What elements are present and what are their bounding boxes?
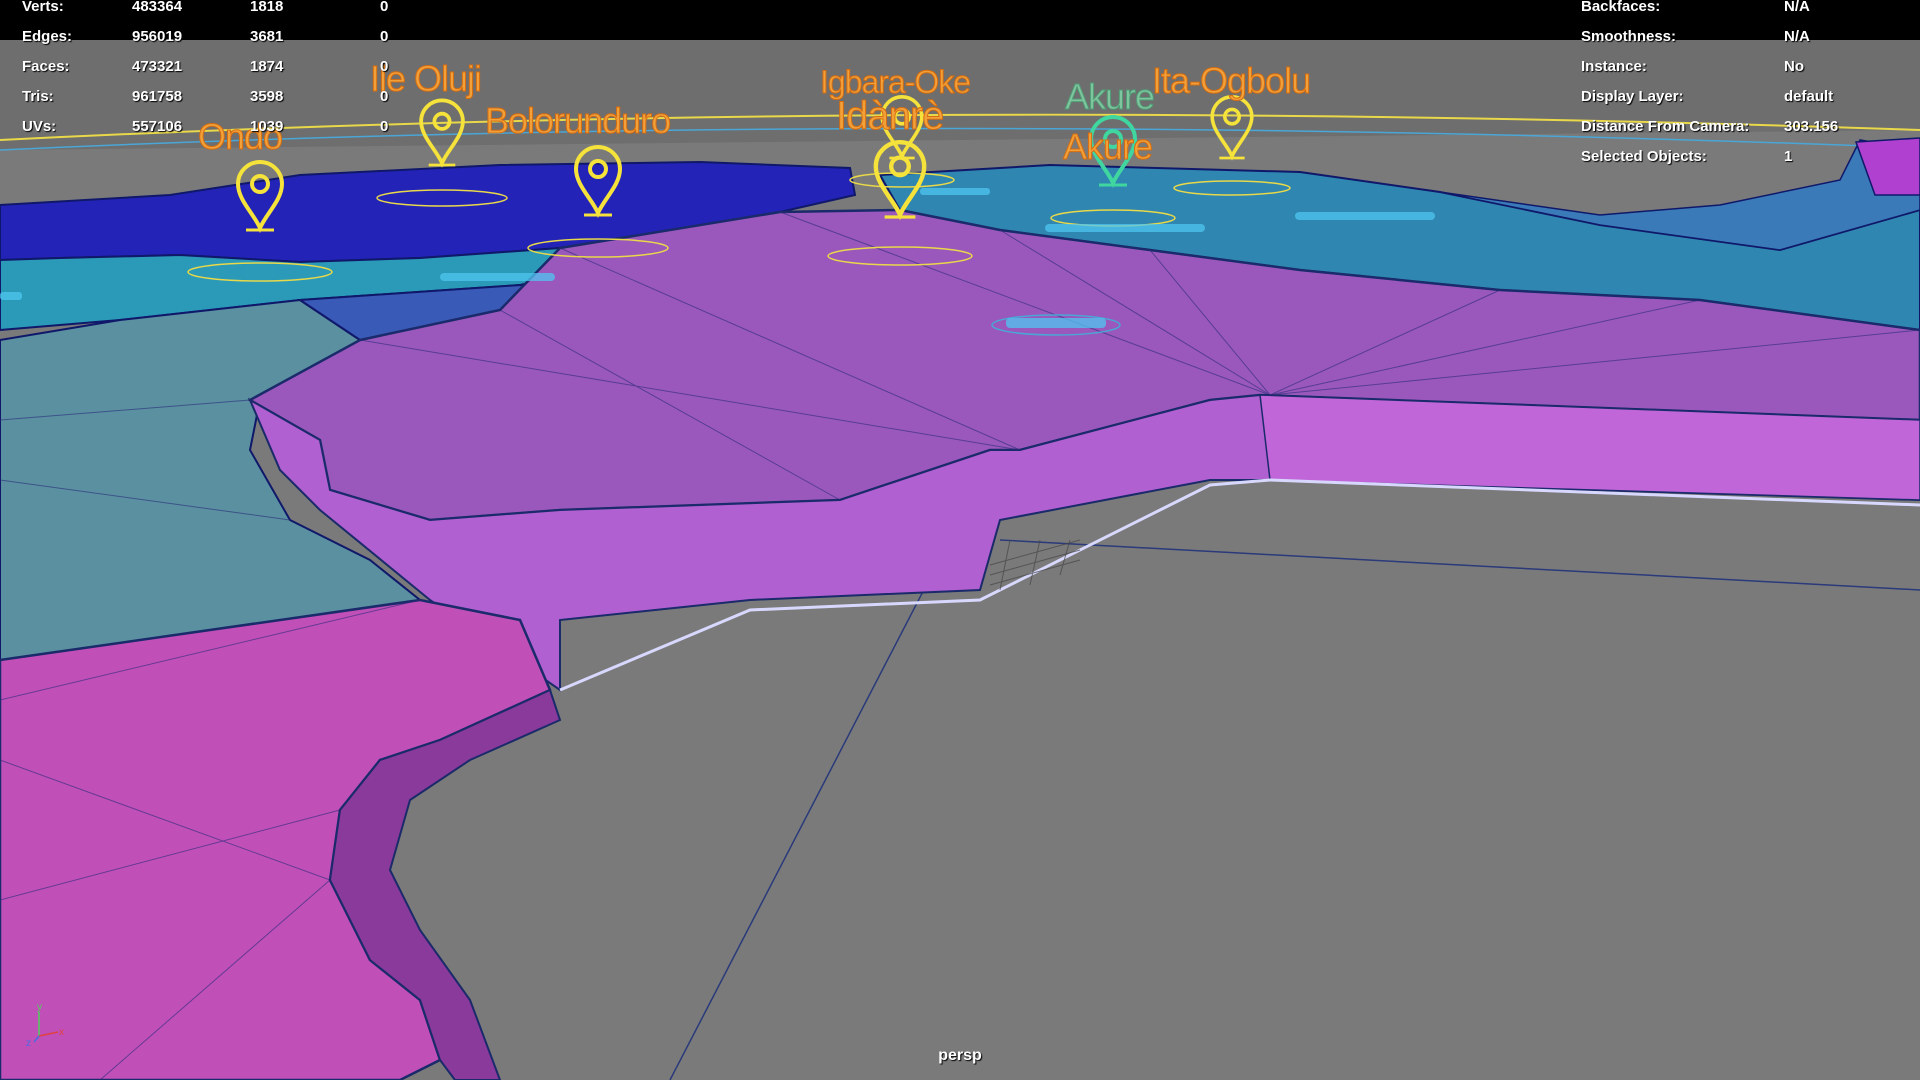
hud-selected: 1874 bbox=[250, 58, 284, 75]
place-label-bolorunduro: Bolorunduro bbox=[484, 100, 671, 142]
axis-gizmo-icon: y x z bbox=[26, 1002, 64, 1048]
hud-row-backfaces: Backfaces: N/A bbox=[1581, 0, 1911, 22]
hud-component: 0 bbox=[380, 28, 389, 45]
hud-value: 303.156 bbox=[1784, 118, 1839, 135]
grid-line bbox=[999, 539, 1920, 591]
hud-total: 961758 bbox=[132, 88, 183, 105]
hud-total: 473321 bbox=[132, 58, 183, 75]
hud-row-edges: Edges: 956019 3681 0 bbox=[22, 22, 422, 52]
axis-label-y: y bbox=[37, 1002, 42, 1013]
hud-label: Edges: bbox=[22, 28, 73, 45]
hud-total: 956019 bbox=[132, 28, 183, 45]
hud-row-tris: Tris: 961758 3598 0 bbox=[22, 82, 422, 112]
hud-value: N/A bbox=[1784, 28, 1810, 45]
place-label-idanre: Idànrè bbox=[835, 94, 944, 139]
hud-selected: 1818 bbox=[250, 0, 284, 15]
place-label-akure-top: Akure bbox=[1064, 76, 1155, 118]
hud-row-instance: Instance: No bbox=[1581, 52, 1911, 82]
axis-label-x: x bbox=[59, 1027, 64, 1038]
hud-row-verts: Verts: 483364 1818 0 bbox=[22, 0, 422, 22]
hud-row-display-layer: Display Layer: default bbox=[1581, 82, 1911, 112]
place-label-akure: Akure bbox=[1062, 126, 1153, 168]
hud-component: 0 bbox=[380, 88, 389, 105]
hud-label: Selected Objects: bbox=[1581, 148, 1707, 165]
hud-component: 0 bbox=[380, 58, 389, 75]
hud-selected: 1039 bbox=[250, 118, 284, 135]
poly-count-hud: Verts: 483364 1818 0 Edges: 956019 3681 … bbox=[22, 0, 422, 142]
hud-total: 557106 bbox=[132, 118, 183, 135]
hud-label: Smoothness: bbox=[1581, 28, 1677, 45]
hud-value: 1 bbox=[1784, 148, 1793, 165]
hud-row-distance: Distance From Camera: 303.156 bbox=[1581, 112, 1911, 142]
hud-component: 0 bbox=[380, 0, 389, 15]
hud-selected: 3681 bbox=[250, 28, 284, 45]
object-details-hud: Backfaces: N/A Smoothness: N/A Instance:… bbox=[1581, 0, 1911, 172]
hud-row-selected-objects: Selected Objects: 1 bbox=[1581, 142, 1911, 172]
hud-label: Tris: bbox=[22, 88, 54, 105]
hud-row-uvs: UVs: 557106 1039 0 bbox=[22, 112, 422, 142]
camera-name-label: persp bbox=[938, 1047, 982, 1064]
hud-label: Verts: bbox=[22, 0, 64, 15]
hud-label: Backfaces: bbox=[1581, 0, 1661, 15]
place-label-ita-ogbolu: Ita-Ogbolu bbox=[1151, 60, 1311, 102]
hud-value: default bbox=[1784, 88, 1834, 105]
hud-value: N/A bbox=[1784, 0, 1810, 15]
hud-total: 483364 bbox=[132, 0, 183, 15]
3d-viewport[interactable]: Ondo Ile Oluji Bolorunduro Igbara-Oke Id… bbox=[0, 0, 1920, 1080]
hud-value: No bbox=[1784, 58, 1804, 75]
hud-label: Instance: bbox=[1581, 58, 1647, 75]
hud-row-smoothness: Smoothness: N/A bbox=[1581, 22, 1911, 52]
hud-row-faces: Faces: 473321 1874 0 bbox=[22, 52, 422, 82]
hud-selected: 3598 bbox=[250, 88, 284, 105]
hud-label: Faces: bbox=[22, 58, 70, 75]
ground-grid-patch bbox=[989, 539, 1081, 591]
hud-label: Display Layer: bbox=[1581, 88, 1684, 105]
hud-label: Distance From Camera: bbox=[1581, 118, 1750, 135]
hud-component: 0 bbox=[380, 118, 389, 135]
hud-label: UVs: bbox=[22, 118, 57, 135]
